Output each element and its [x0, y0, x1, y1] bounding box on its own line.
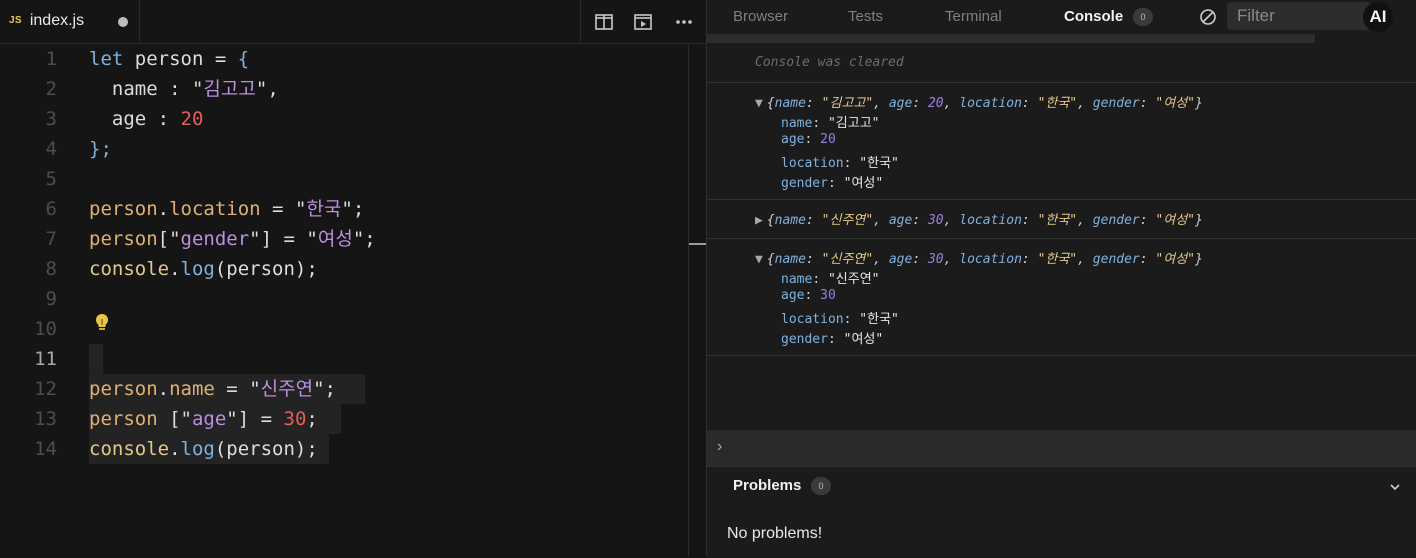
code-text[interactable]: person.location = "한국"; [89, 194, 364, 224]
object-property: gender: "여성" [781, 332, 884, 347]
line-number: 1 [45, 48, 57, 70]
code-text[interactable]: let person = { [89, 44, 249, 74]
line-number: 13 [34, 408, 57, 430]
editor-tab-bar: JS index.js [0, 0, 706, 44]
js-file-icon: JS [9, 15, 22, 26]
file-tab-label: index.js [29, 11, 85, 29]
ai-button[interactable]: AI [1363, 2, 1393, 32]
line-number: 4 [45, 138, 57, 160]
code-area[interactable]: 1 let person = { 2 name : "김고고", 3 age :… [0, 44, 688, 557]
line-number: 11 [34, 348, 57, 370]
code-line: 3 age : 20 [0, 104, 688, 134]
panel-tab-bar: Browser Tests Terminal Console 0 AI [707, 0, 1416, 34]
code-line-active: 11 [0, 344, 688, 374]
editor-scrollbar-track[interactable] [688, 44, 689, 557]
console-input[interactable]: › [707, 430, 1416, 466]
object-property: gender: "여성" [781, 176, 884, 191]
problems-title[interactable]: Problems [733, 477, 801, 494]
code-line: 1 let person = { [0, 44, 688, 74]
line-number: 14 [34, 438, 57, 460]
log-entry: ▼ {name: "신주연", age: 30, location: "한국", … [707, 239, 1416, 355]
no-problems-message: No problems! [727, 525, 823, 542]
line-number: 5 [45, 168, 57, 190]
log-entry: ▼ {name: "김고고", age: 20, location: "한국", … [707, 83, 1416, 199]
divider [707, 355, 1416, 356]
problems-count-badge: 0 [811, 477, 831, 495]
collapsed-triangle-icon[interactable]: ▶ [755, 213, 763, 228]
line-number: 12 [34, 378, 57, 400]
code-text[interactable]: person.name = "신주연"; [89, 374, 336, 404]
object-property: age: 20 [781, 132, 836, 147]
filter-input[interactable] [1227, 2, 1371, 30]
code-line: 6 person.location = "한국"; [0, 194, 688, 224]
object-property: name: "신주연" [781, 272, 880, 287]
code-text[interactable]: person["gender"] = "여성"; [89, 224, 376, 254]
log-entry: ▶ {name: "신주연", age: 30, location: "한국", … [707, 200, 1416, 238]
object-summary[interactable]: ▶ {name: "신주연", age: 30, location: "한국", … [755, 209, 1203, 228]
line-number: 7 [45, 228, 57, 250]
tab-terminal[interactable]: Terminal [945, 0, 1002, 34]
code-text[interactable]: console.log(person); [89, 434, 318, 464]
expanded-triangle-icon[interactable]: ▼ [755, 96, 763, 111]
prompt-chevron-icon: › [717, 438, 723, 455]
code-line: 5 [0, 164, 688, 194]
problems-panel: Problems 0 No problems! [707, 466, 1416, 558]
code-line: 7 person["gender"] = "여성"; [0, 224, 688, 254]
line-number: 3 [45, 108, 57, 130]
scrollbar-thumb[interactable] [689, 243, 706, 245]
tab-tests[interactable]: Tests [848, 0, 883, 34]
unsaved-dot-icon[interactable] [118, 17, 128, 27]
code-line: 2 name : "김고고", [0, 74, 688, 104]
preview-icon[interactable] [632, 11, 654, 33]
code-line: 12 person.name = "신주연"; [0, 374, 688, 404]
lightbulb-icon[interactable] [94, 313, 110, 338]
line-number: 10 [34, 318, 57, 340]
tab-console[interactable]: Console [1064, 0, 1123, 34]
tab-browser[interactable]: Browser [733, 0, 788, 34]
code-line: 14 console.log(person); [0, 434, 688, 464]
object-property: age: 30 [781, 288, 836, 303]
line-number: 8 [45, 258, 57, 280]
code-text[interactable]: console.log(person); [89, 254, 318, 284]
code-text[interactable]: age : 20 [89, 104, 204, 134]
chevron-down-icon[interactable] [1387, 479, 1403, 495]
code-text[interactable]: name : "김고고", [89, 74, 279, 104]
code-line: 9 [0, 284, 688, 314]
line-number: 9 [45, 288, 57, 310]
line-number: 2 [45, 78, 57, 100]
object-summary[interactable]: ▼ {name: "김고고", age: 20, location: "한국", … [755, 92, 1203, 111]
object-property: location: "한국" [781, 156, 899, 171]
code-editor[interactable]: JS index.js 1 let person = { 2 name: "김… [0, 0, 706, 557]
object-property: name: "김고고" [781, 116, 880, 131]
split-editor-icon[interactable] [593, 11, 615, 33]
console-count-badge: 0 [1133, 8, 1153, 26]
code-line: 13 person ["age"] = 30; [0, 404, 688, 434]
code-line: 8 console.log(person); [0, 254, 688, 284]
line-number: 6 [45, 198, 57, 220]
more-options-icon[interactable] [673, 11, 695, 33]
console-cleared-message: Console was cleared [755, 55, 904, 70]
editor-actions [580, 0, 707, 43]
object-property: location: "한국" [781, 312, 899, 327]
clear-console-icon[interactable] [1199, 8, 1217, 26]
devtools-panel: Browser Tests Terminal Console 0 AI Cons… [706, 0, 1416, 558]
code-line: 4 }; [0, 134, 688, 164]
expanded-triangle-icon[interactable]: ▼ [755, 252, 763, 267]
horizontal-scrollbar[interactable] [707, 34, 1315, 43]
file-tab-index-js[interactable]: JS index.js [0, 0, 140, 43]
code-text[interactable]: }; [89, 134, 112, 164]
code-text[interactable]: person ["age"] = 30; [89, 404, 318, 434]
object-summary[interactable]: ▼ {name: "신주연", age: 30, location: "한국", … [755, 248, 1203, 267]
